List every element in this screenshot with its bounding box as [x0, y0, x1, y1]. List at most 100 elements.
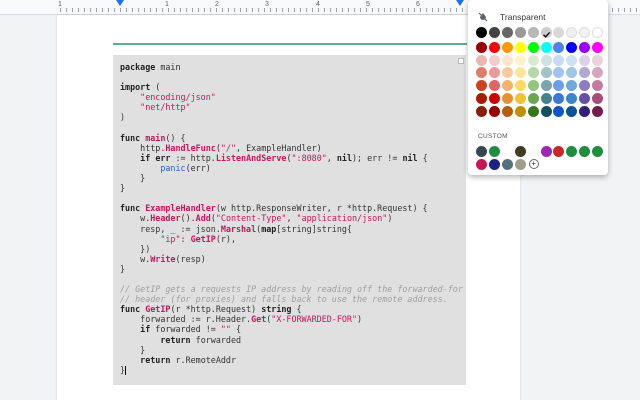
color-swatch[interactable] — [501, 54, 513, 66]
color-swatch[interactable] — [527, 67, 539, 79]
color-swatch[interactable] — [501, 105, 513, 117]
color-swatch[interactable] — [501, 93, 513, 104]
color-swatch[interactable] — [501, 67, 513, 79]
color-swatch[interactable] — [592, 41, 604, 53]
custom-color-swatch[interactable] — [553, 146, 565, 157]
color-swatch[interactable] — [476, 41, 487, 53]
color-swatch[interactable] — [540, 105, 552, 117]
color-swatch[interactable] — [501, 27, 513, 38]
color-swatch[interactable] — [579, 67, 591, 79]
custom-color-swatch[interactable] — [501, 158, 513, 170]
color-swatch[interactable] — [592, 67, 604, 79]
color-swatch[interactable] — [540, 80, 552, 92]
color-swatch[interactable] — [488, 93, 500, 104]
color-swatch[interactable] — [527, 54, 539, 66]
add-custom-color-button[interactable]: + — [528, 159, 539, 170]
color-swatch[interactable] — [566, 54, 578, 66]
color-swatch[interactable] — [566, 93, 578, 104]
color-swatch[interactable] — [579, 80, 591, 92]
color-swatch[interactable] — [476, 67, 487, 79]
color-swatch[interactable] — [514, 93, 526, 104]
color-swatch[interactable] — [566, 41, 578, 53]
color-swatch[interactable] — [514, 54, 526, 66]
code-token: (r), — [215, 233, 236, 244]
ruler-tick — [186, 8, 187, 12]
custom-color-swatch[interactable] — [476, 146, 487, 157]
color-swatch[interactable] — [579, 105, 591, 117]
ruler-tick — [336, 8, 337, 12]
color-swatch[interactable] — [540, 67, 552, 79]
color-swatch[interactable] — [501, 80, 513, 92]
code-token: return — [140, 354, 171, 365]
color-swatch[interactable] — [514, 27, 526, 38]
code-token: nil — [402, 152, 418, 163]
color-swatch[interactable] — [514, 41, 526, 53]
code-block[interactable]: package main import ( "encoding/json" "n… — [113, 55, 466, 385]
color-swatch[interactable] — [566, 27, 578, 38]
transparent-option[interactable]: Transparent — [478, 10, 546, 24]
code-block-handle[interactable] — [458, 58, 464, 64]
color-swatch[interactable] — [540, 27, 552, 38]
code-token: func — [120, 132, 141, 143]
color-swatch[interactable] — [592, 54, 604, 66]
custom-color-swatch[interactable] — [476, 158, 487, 170]
color-swatch[interactable] — [488, 80, 500, 92]
color-swatch[interactable] — [514, 67, 526, 79]
color-swatch[interactable] — [476, 27, 487, 38]
color-swatch[interactable] — [527, 80, 539, 92]
custom-color-swatch[interactable] — [579, 146, 591, 157]
custom-color-swatch[interactable] — [514, 158, 526, 170]
color-swatch[interactable] — [566, 80, 578, 92]
color-swatch[interactable] — [553, 80, 565, 92]
color-swatch[interactable] — [579, 41, 591, 53]
color-swatch[interactable] — [476, 105, 487, 117]
color-swatch[interactable] — [592, 80, 604, 92]
color-swatch[interactable] — [540, 93, 552, 104]
custom-color-swatch[interactable] — [540, 146, 552, 157]
custom-color-swatch[interactable] — [488, 158, 500, 170]
color-swatch[interactable] — [488, 54, 500, 66]
color-swatch[interactable] — [553, 105, 565, 117]
color-swatch[interactable] — [553, 27, 565, 38]
color-swatch[interactable] — [488, 41, 500, 53]
color-swatch[interactable] — [566, 105, 578, 117]
code-token: ) — [387, 213, 393, 224]
color-swatch[interactable] — [553, 41, 565, 53]
color-swatch[interactable] — [488, 67, 500, 79]
code-line: if err := http.ListenAndServe(":8080", n… — [120, 153, 466, 163]
color-swatch[interactable] — [488, 105, 500, 117]
color-swatch[interactable] — [579, 27, 591, 38]
color-swatch[interactable] — [527, 27, 539, 38]
color-swatch[interactable] — [476, 54, 487, 66]
color-swatch[interactable] — [553, 67, 565, 79]
left-indent-marker[interactable] — [116, 0, 124, 6]
color-swatch[interactable] — [579, 93, 591, 104]
ruler-tick — [438, 8, 439, 12]
color-swatch[interactable] — [579, 54, 591, 66]
color-swatch[interactable] — [527, 41, 539, 53]
custom-color-swatch[interactable] — [488, 146, 500, 157]
color-swatch[interactable] — [592, 105, 604, 117]
color-swatch[interactable] — [527, 93, 539, 104]
color-swatch[interactable] — [527, 105, 539, 117]
color-swatch[interactable] — [540, 54, 552, 66]
custom-color-swatch[interactable] — [592, 146, 604, 157]
color-swatch[interactable] — [476, 93, 487, 104]
code-token: GetIP — [145, 304, 171, 315]
custom-color-swatch[interactable] — [514, 146, 526, 157]
color-swatch[interactable] — [592, 93, 604, 104]
color-swatch[interactable] — [592, 27, 604, 38]
transparent-label: Transparent — [500, 12, 546, 22]
custom-color-swatch[interactable] — [566, 146, 578, 157]
color-swatch[interactable] — [476, 80, 487, 92]
color-swatch[interactable] — [514, 80, 526, 92]
color-swatch[interactable] — [553, 93, 565, 104]
color-swatch[interactable] — [553, 54, 565, 66]
color-swatch[interactable] — [488, 27, 500, 38]
color-swatch[interactable] — [501, 41, 513, 53]
color-swatch[interactable] — [566, 67, 578, 79]
color-swatch[interactable] — [514, 105, 526, 117]
color-swatch[interactable] — [540, 41, 552, 53]
right-indent-marker[interactable] — [456, 0, 464, 6]
